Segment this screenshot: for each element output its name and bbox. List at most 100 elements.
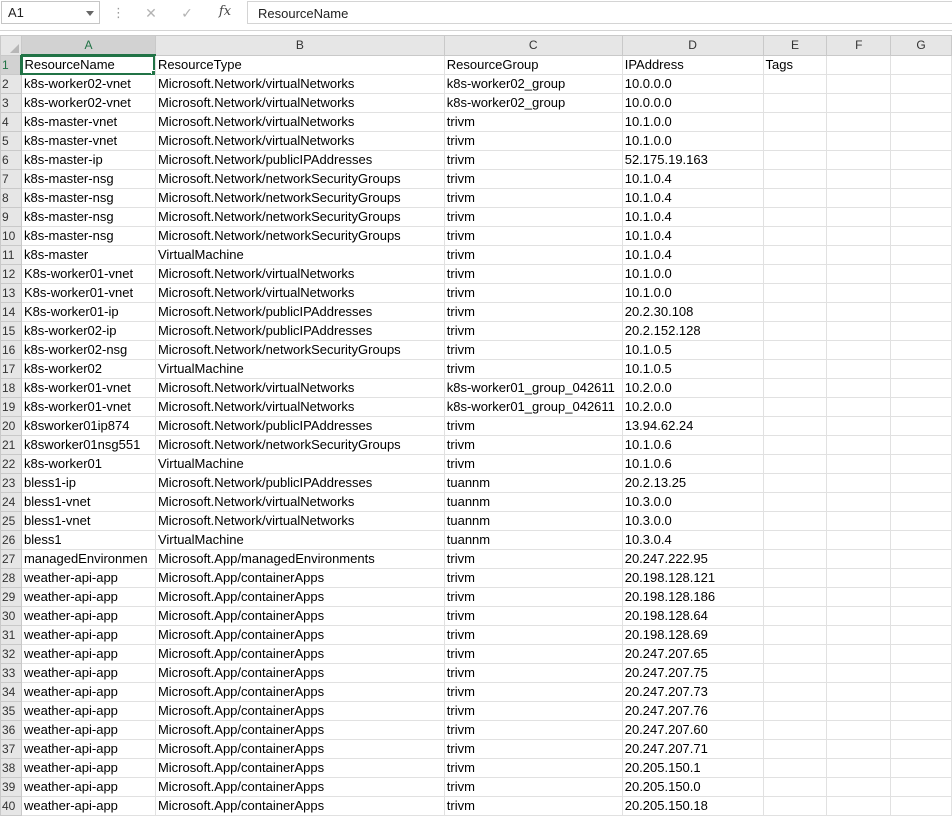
cell-b17[interactable]: VirtualMachine xyxy=(154,359,445,379)
cell-e31[interactable] xyxy=(762,625,828,645)
row-header[interactable]: 27 xyxy=(0,549,22,569)
cell-b12[interactable]: Microsoft.Network/virtualNetworks xyxy=(154,264,445,284)
cell-c26[interactable]: tuannm xyxy=(443,530,623,550)
row-header[interactable]: 29 xyxy=(0,587,22,607)
cell-c7[interactable]: trivm xyxy=(443,169,623,189)
cell-d38[interactable]: 20.205.150.1 xyxy=(621,758,764,778)
cell-b37[interactable]: Microsoft.App/containerApps xyxy=(154,739,445,759)
cell-e23[interactable] xyxy=(762,473,828,493)
row-header[interactable]: 38 xyxy=(0,758,22,778)
cell-c25[interactable]: tuannm xyxy=(443,511,623,531)
cell-d27[interactable]: 20.247.222.95 xyxy=(621,549,764,569)
cell-b33[interactable]: Microsoft.App/containerApps xyxy=(154,663,445,683)
cell-c33[interactable]: trivm xyxy=(443,663,623,683)
cell-g36[interactable] xyxy=(890,720,952,740)
row-header[interactable]: 28 xyxy=(0,568,22,588)
cell-d7[interactable]: 10.1.0.4 xyxy=(621,169,764,189)
cell-b20[interactable]: Microsoft.Network/publicIPAddresses xyxy=(154,416,445,436)
cell-d12[interactable]: 10.1.0.0 xyxy=(621,264,764,284)
cell-f11[interactable] xyxy=(826,245,892,265)
cell-c8[interactable]: trivm xyxy=(443,188,623,208)
cell-g17[interactable] xyxy=(890,359,952,379)
row-header[interactable]: 26 xyxy=(0,530,22,550)
cell-g10[interactable] xyxy=(890,226,952,246)
cell-g26[interactable] xyxy=(890,530,952,550)
cell-a5[interactable]: k8s-master-vnet xyxy=(20,131,156,151)
cell-e26[interactable] xyxy=(762,530,828,550)
column-header-g[interactable]: G xyxy=(890,35,952,56)
row-header[interactable]: 35 xyxy=(0,701,22,721)
cell-d36[interactable]: 20.247.207.60 xyxy=(621,720,764,740)
cell-d15[interactable]: 20.2.152.128 xyxy=(621,321,764,341)
cell-f38[interactable] xyxy=(826,758,892,778)
row-header[interactable]: 23 xyxy=(0,473,22,493)
cell-d20[interactable]: 13.94.62.24 xyxy=(621,416,764,436)
cell-g2[interactable] xyxy=(890,74,952,94)
cell-b1[interactable]: ResourceType xyxy=(154,54,445,75)
cell-f22[interactable] xyxy=(826,454,892,474)
cell-c10[interactable]: trivm xyxy=(443,226,623,246)
cell-a36[interactable]: weather-api-app xyxy=(20,720,156,740)
row-header[interactable]: 1 xyxy=(0,54,23,75)
cell-g13[interactable] xyxy=(890,283,952,303)
cell-c31[interactable]: trivm xyxy=(443,625,623,645)
cell-c18[interactable]: k8s-worker01_group_042611 xyxy=(443,378,623,398)
cell-c5[interactable]: trivm xyxy=(443,131,623,151)
cell-e8[interactable] xyxy=(762,188,828,208)
chevron-down-icon[interactable] xyxy=(86,11,94,16)
select-all-button[interactable] xyxy=(0,35,22,56)
cell-d19[interactable]: 10.2.0.0 xyxy=(621,397,764,417)
cell-a17[interactable]: k8s-worker02 xyxy=(20,359,156,379)
cell-a30[interactable]: weather-api-app xyxy=(20,606,156,626)
cell-a35[interactable]: weather-api-app xyxy=(20,701,156,721)
cell-d13[interactable]: 10.1.0.0 xyxy=(621,283,764,303)
cell-e14[interactable] xyxy=(762,302,828,322)
cell-b34[interactable]: Microsoft.App/containerApps xyxy=(154,682,445,702)
cell-f17[interactable] xyxy=(826,359,892,379)
cell-c23[interactable]: tuannm xyxy=(443,473,623,493)
cell-a19[interactable]: k8s-worker01-vnet xyxy=(20,397,156,417)
cell-b29[interactable]: Microsoft.App/containerApps xyxy=(154,587,445,607)
row-header[interactable]: 33 xyxy=(0,663,22,683)
cell-e2[interactable] xyxy=(762,74,828,94)
cell-e20[interactable] xyxy=(762,416,828,436)
cell-c3[interactable]: k8s-worker02_group xyxy=(443,93,623,113)
cell-f16[interactable] xyxy=(826,340,892,360)
cell-f32[interactable] xyxy=(826,644,892,664)
cell-g39[interactable] xyxy=(890,777,952,797)
cell-g21[interactable] xyxy=(890,435,952,455)
row-header[interactable]: 13 xyxy=(0,283,22,303)
row-header[interactable]: 30 xyxy=(0,606,22,626)
row-header[interactable]: 37 xyxy=(0,739,22,759)
cell-c12[interactable]: trivm xyxy=(443,264,623,284)
cell-c15[interactable]: trivm xyxy=(443,321,623,341)
cell-d9[interactable]: 10.1.0.4 xyxy=(621,207,764,227)
cell-d11[interactable]: 10.1.0.4 xyxy=(621,245,764,265)
cell-b38[interactable]: Microsoft.App/containerApps xyxy=(154,758,445,778)
cell-b35[interactable]: Microsoft.App/containerApps xyxy=(154,701,445,721)
cell-d30[interactable]: 20.198.128.64 xyxy=(621,606,764,626)
cell-c17[interactable]: trivm xyxy=(443,359,623,379)
cell-a22[interactable]: k8s-worker01 xyxy=(20,454,156,474)
cell-c27[interactable]: trivm xyxy=(443,549,623,569)
cell-c38[interactable]: trivm xyxy=(443,758,623,778)
cell-a21[interactable]: k8sworker01nsg551 xyxy=(20,435,156,455)
cell-a12[interactable]: K8s-worker01-vnet xyxy=(20,264,156,284)
cell-f29[interactable] xyxy=(826,587,892,607)
cell-f21[interactable] xyxy=(826,435,892,455)
cell-g32[interactable] xyxy=(890,644,952,664)
cell-b39[interactable]: Microsoft.App/containerApps xyxy=(154,777,445,797)
cell-c2[interactable]: k8s-worker02_group xyxy=(443,74,623,94)
cell-f20[interactable] xyxy=(826,416,892,436)
cell-f37[interactable] xyxy=(826,739,892,759)
cell-f39[interactable] xyxy=(826,777,892,797)
row-header[interactable]: 3 xyxy=(0,93,22,113)
cell-g23[interactable] xyxy=(890,473,952,493)
cell-f8[interactable] xyxy=(826,188,892,208)
cell-d4[interactable]: 10.1.0.0 xyxy=(621,112,764,132)
cell-f5[interactable] xyxy=(826,131,892,151)
cell-g30[interactable] xyxy=(890,606,952,626)
cell-a16[interactable]: k8s-worker02-nsg xyxy=(20,340,156,360)
cell-g16[interactable] xyxy=(890,340,952,360)
cell-e16[interactable] xyxy=(762,340,828,360)
